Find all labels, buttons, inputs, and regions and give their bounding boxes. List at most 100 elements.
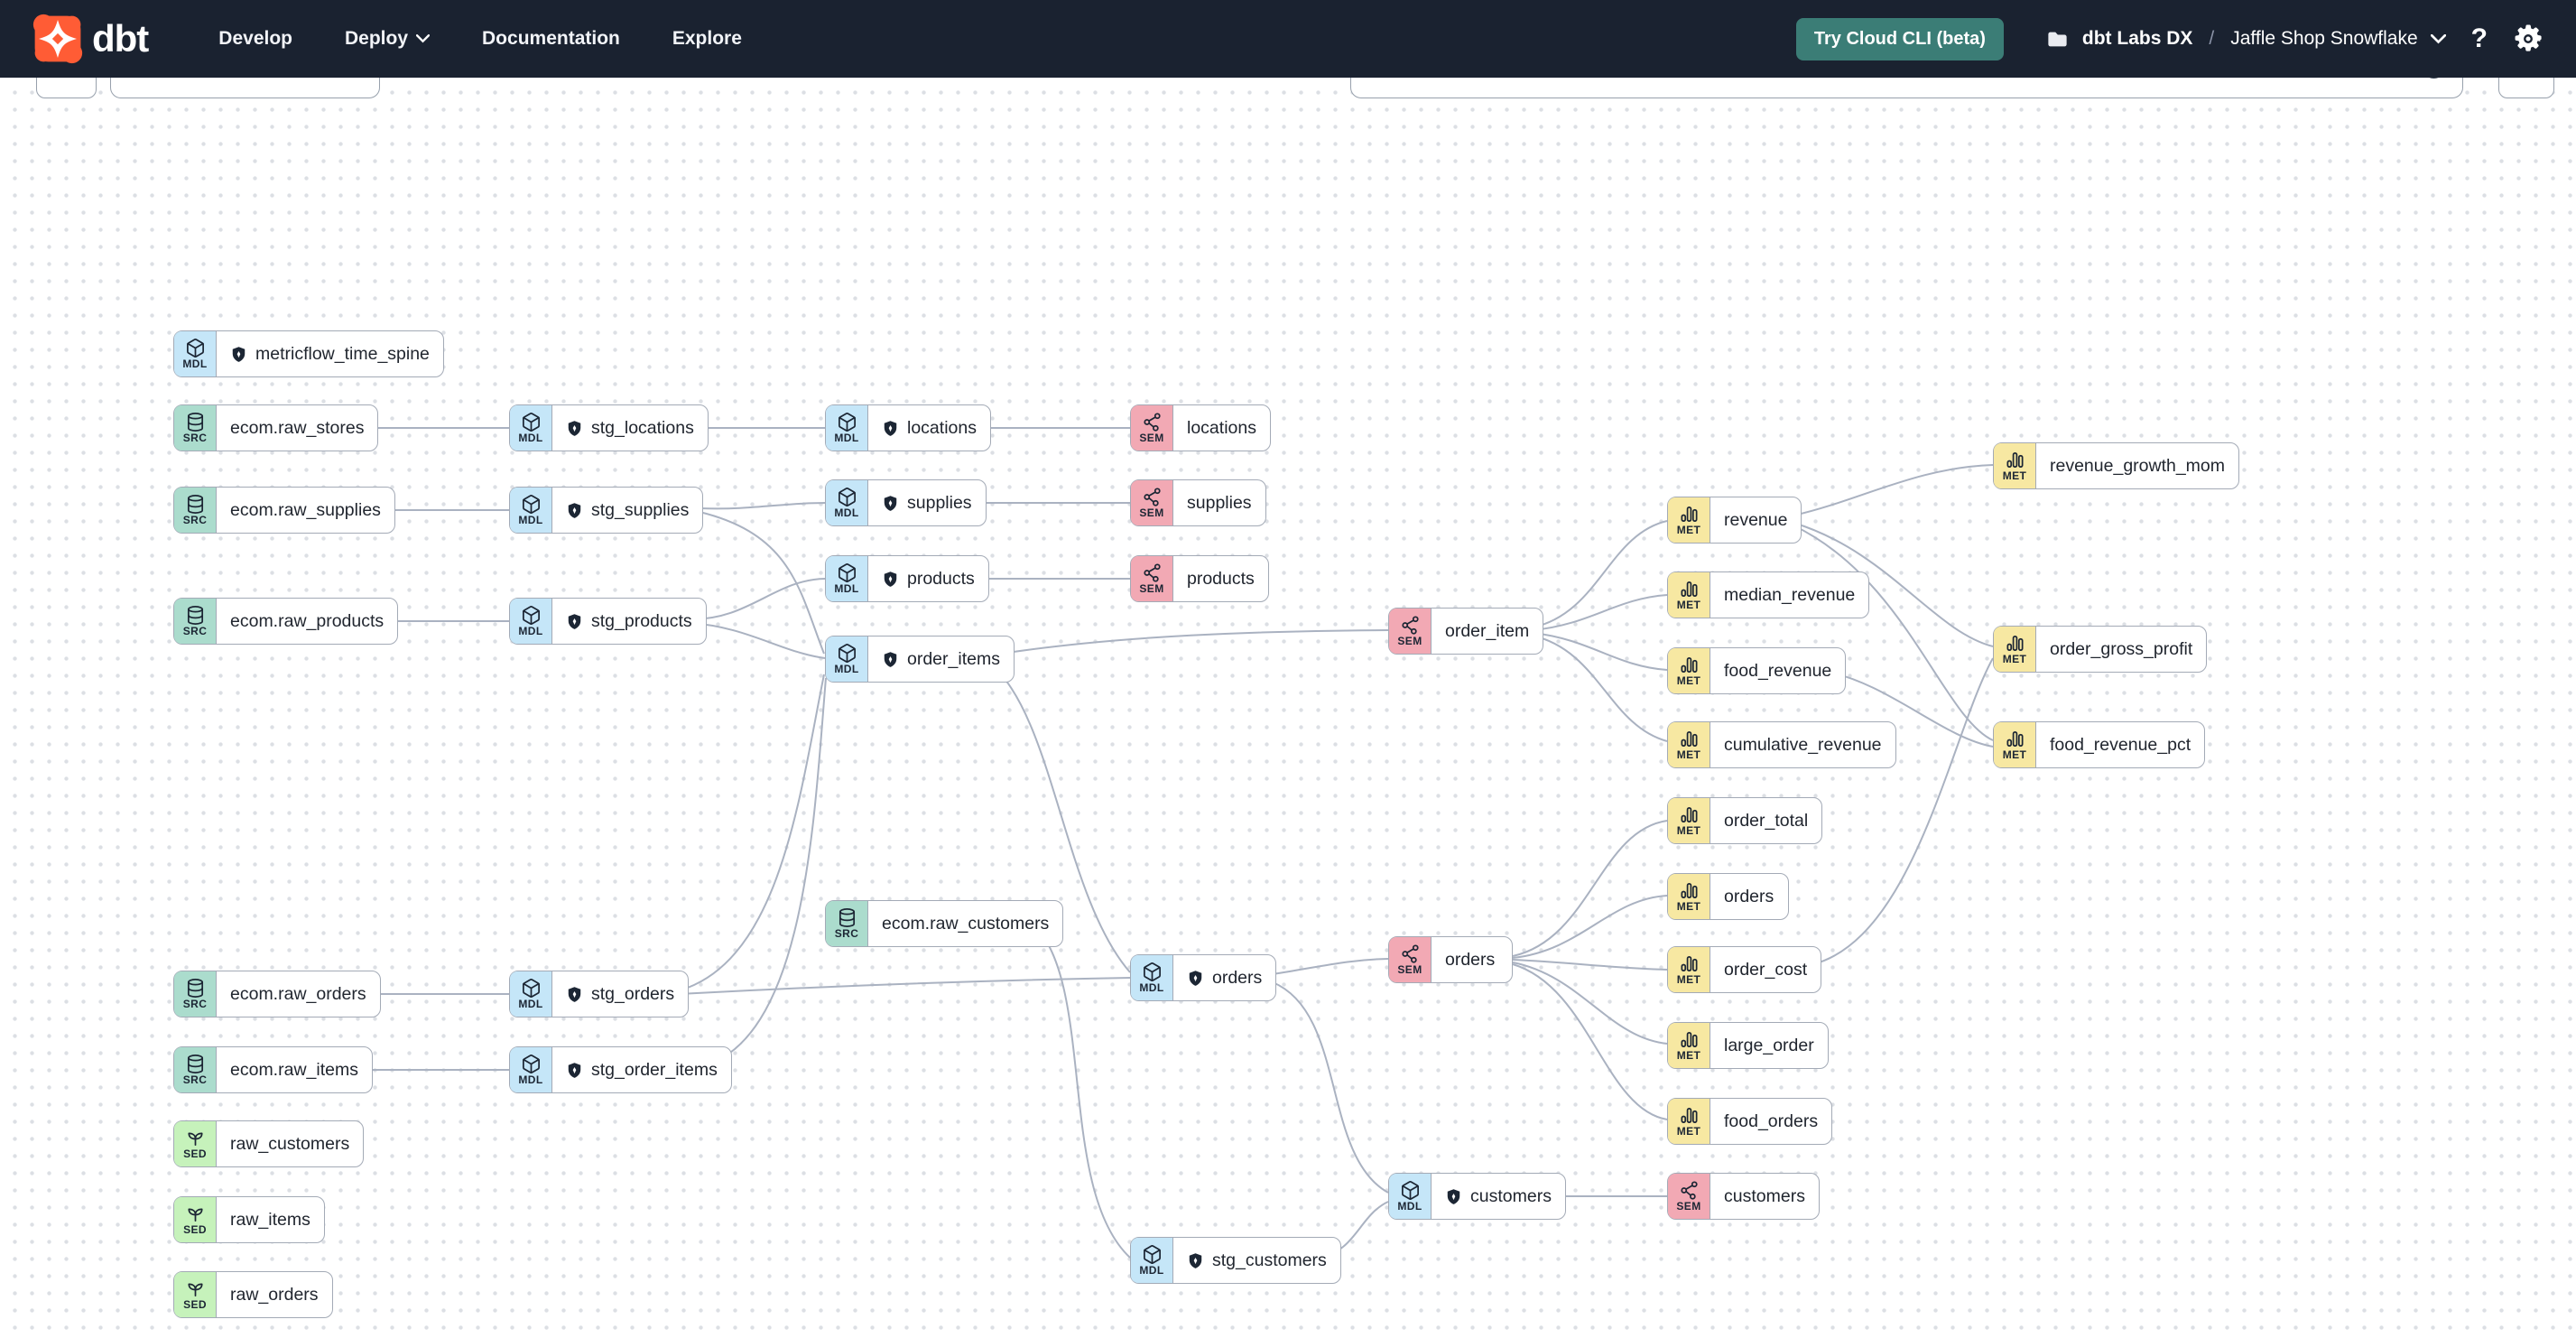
account-project-switcher[interactable]: dbt Labs DX / Jaffle Shop Snowflake xyxy=(2045,27,2446,51)
graph-node-mdl-locations[interactable]: MDL locations xyxy=(825,404,991,451)
graph-node-mdl-stg-products[interactable]: MDL stg_products xyxy=(509,598,707,645)
graph-node-src-ecom-raw-stores[interactable]: SRC ecom.raw_stores xyxy=(173,404,379,451)
node-label: supplies xyxy=(907,492,972,513)
graph-node-met-cumulative-revenue[interactable]: MET cumulative_revenue xyxy=(1667,721,1896,768)
cube-icon: MDL xyxy=(174,331,217,376)
help-button[interactable]: ? xyxy=(2471,23,2488,54)
graph-node-mdl-stg-supplies[interactable]: MDL stg_supplies xyxy=(509,487,704,534)
nav-item-develop[interactable]: Develop xyxy=(218,28,292,50)
graph-node-met-order-cost[interactable]: MET order_cost xyxy=(1667,946,1822,993)
cube-icon: MDL xyxy=(826,405,868,451)
node-label: ecom.raw_stores xyxy=(230,417,365,438)
nav-item-deploy[interactable]: Deploy xyxy=(345,28,431,50)
graph-node-mdl-stg-orders[interactable]: MDL stg_orders xyxy=(509,971,690,1017)
shield-icon xyxy=(568,1062,581,1078)
database-icon: SRC xyxy=(174,488,217,533)
node-label: raw_customers xyxy=(230,1133,350,1154)
lineage-edge xyxy=(1512,963,1668,1120)
dbt-logo[interactable]: dbt xyxy=(32,14,149,64)
graph-node-met-food-orders[interactable]: MET food_orders xyxy=(1667,1098,1833,1145)
nav-item-explore[interactable]: Explore xyxy=(672,28,742,50)
nav-menu: Develop Deploy Documentation Explore xyxy=(218,28,742,50)
graph-node-sem-customers[interactable]: SEM customers xyxy=(1667,1173,1820,1220)
lineage-edge xyxy=(1272,958,1389,975)
graph-node-sem-order-item[interactable]: SEM order_item xyxy=(1388,608,1544,655)
graph-node-mdl-customers[interactable]: MDL customers xyxy=(1388,1173,1566,1220)
bars-icon: MET xyxy=(1668,722,1710,767)
graph-node-mdl-metricflow-time-spine[interactable]: MDL metricflow_time_spine xyxy=(173,330,444,377)
graph-node-met-order-gross-profit[interactable]: MET order_gross_profit xyxy=(1993,626,2208,673)
graph-node-sem-locations[interactable]: SEM locations xyxy=(1130,404,1271,451)
lineage-edge xyxy=(689,578,826,621)
graph-node-sed-raw-orders[interactable]: SED raw_orders xyxy=(173,1271,333,1318)
graph-node-mdl-products[interactable]: MDL products xyxy=(825,555,989,602)
graph-node-met-large-order[interactable]: MET large_order xyxy=(1667,1022,1829,1069)
graph-node-met-food-revenue[interactable]: MET food_revenue xyxy=(1667,647,1847,694)
graph-node-met-revenue-growth-mom[interactable]: MET revenue_growth_mom xyxy=(1993,442,2240,489)
cube-icon: MDL xyxy=(1131,955,1173,1000)
shield-icon xyxy=(884,651,897,667)
database-icon: SRC xyxy=(174,1047,217,1092)
graph-node-mdl-orders[interactable]: MDL orders xyxy=(1130,954,1277,1001)
graph-node-met-orders[interactable]: MET orders xyxy=(1667,873,1789,920)
try-cloud-cli-button[interactable]: Try Cloud CLI (beta) xyxy=(1795,17,2004,60)
node-label: stg_order_items xyxy=(591,1059,718,1080)
bars-icon: MET xyxy=(1668,648,1710,693)
node-label: orders xyxy=(1724,886,1774,906)
lineage-edge xyxy=(699,502,826,510)
graph-node-mdl-supplies[interactable]: MDL supplies xyxy=(825,479,987,526)
cube-icon: MDL xyxy=(510,405,552,451)
graph-node-mdl-stg-order-items[interactable]: MDL stg_order_items xyxy=(509,1046,732,1093)
node-label: ecom.raw_items xyxy=(230,1059,358,1080)
bars-icon: MET xyxy=(1668,572,1710,618)
cube-icon: MDL xyxy=(510,488,552,533)
graph-node-met-median-revenue[interactable]: MET median_revenue xyxy=(1667,571,1870,618)
node-label: orders xyxy=(1212,967,1263,988)
settings-button[interactable] xyxy=(2513,23,2544,54)
network-icon: SEM xyxy=(1131,405,1173,451)
node-label: stg_supplies xyxy=(591,499,690,520)
shield-icon xyxy=(568,420,581,436)
lineage-edge xyxy=(1532,520,1668,628)
database-icon: SRC xyxy=(174,599,217,644)
node-label: locations xyxy=(907,417,977,438)
graph-node-mdl-stg-locations[interactable]: MDL stg_locations xyxy=(509,404,709,451)
graph-node-sed-raw-customers[interactable]: SED raw_customers xyxy=(173,1120,365,1167)
node-label: ecom.raw_supplies xyxy=(230,499,381,520)
graph-node-met-order-total[interactable]: MET order_total xyxy=(1667,797,1823,844)
graph-node-sed-raw-items[interactable]: SED raw_items xyxy=(173,1196,325,1243)
node-label: large_order xyxy=(1724,1035,1814,1055)
lineage-edge xyxy=(1272,981,1389,1194)
graph-node-src-ecom-raw-customers[interactable]: SRC ecom.raw_customers xyxy=(825,900,1064,947)
bars-icon: MET xyxy=(1668,947,1710,992)
lineage-edge xyxy=(1793,464,1994,516)
graph-node-mdl-stg-customers[interactable]: MDL stg_customers xyxy=(1130,1237,1341,1284)
graph-node-src-ecom-raw-supplies[interactable]: SRC ecom.raw_supplies xyxy=(173,487,395,534)
node-label: ecom.raw_products xyxy=(230,610,385,631)
graph-node-src-ecom-raw-products[interactable]: SRC ecom.raw_products xyxy=(173,598,399,645)
graph-node-met-revenue[interactable]: MET revenue xyxy=(1667,497,1802,544)
shield-icon xyxy=(568,613,581,629)
cube-icon: MDL xyxy=(510,1047,552,1092)
graph-node-met-food-revenue-pct[interactable]: MET food_revenue_pct xyxy=(1993,721,2206,768)
lineage-edge xyxy=(679,674,825,991)
bars-icon: MET xyxy=(1994,722,2036,767)
gear-icon xyxy=(2515,24,2542,51)
shield-icon xyxy=(884,420,897,436)
node-label: products xyxy=(907,568,975,589)
database-icon: SRC xyxy=(174,971,217,1017)
graph-node-mdl-order-items[interactable]: MDL order_items xyxy=(825,636,1015,683)
node-label: food_orders xyxy=(1724,1110,1819,1131)
account-separator: / xyxy=(2209,28,2215,49)
lineage-edge xyxy=(702,677,827,1067)
nav-item-documentation[interactable]: Documentation xyxy=(482,28,620,50)
graph-node-src-ecom-raw-items[interactable]: SRC ecom.raw_items xyxy=(173,1046,373,1093)
graph-node-sem-products[interactable]: SEM products xyxy=(1130,555,1269,602)
top-navbar: dbt Develop Deploy Documentation Explore Tr… xyxy=(0,0,2576,78)
lineage-edge xyxy=(1512,895,1668,959)
graph-node-sem-supplies[interactable]: SEM supplies xyxy=(1130,479,1266,526)
node-label: revenue_growth_mom xyxy=(2050,455,2226,476)
graph-node-src-ecom-raw-orders[interactable]: SRC ecom.raw_orders xyxy=(173,971,381,1017)
graph-node-sem-orders[interactable]: SEM orders xyxy=(1388,936,1513,983)
cube-icon: MDL xyxy=(510,599,552,644)
